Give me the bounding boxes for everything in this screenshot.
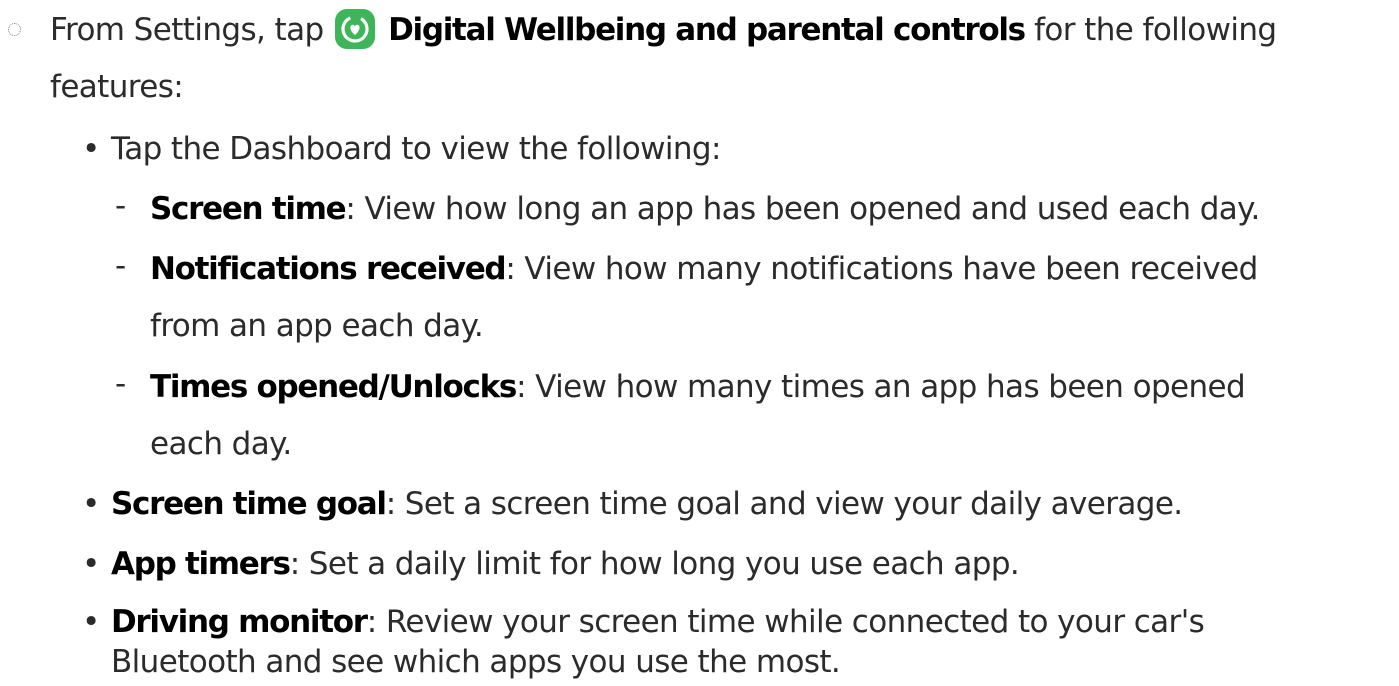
- term: Notifications received: [150, 251, 507, 287]
- bullet-marker: •: [82, 131, 100, 167]
- term: App timers: [111, 546, 291, 582]
- step-marker-icon: [8, 23, 21, 36]
- description-continued: from an app each day.: [150, 308, 484, 344]
- app-name: Digital Wellbeing and parental controls: [388, 12, 1026, 48]
- dashboard-item-times-opened: Times opened/Unlocks: View how many time…: [150, 367, 1246, 407]
- dash-marker: -: [115, 366, 126, 402]
- feature-screen-time-goal: Screen time goal: Set a screen time goal…: [111, 484, 1183, 524]
- bullet-marker: •: [82, 604, 100, 640]
- dashboard-text: Tap the Dashboard to view the following:: [111, 131, 721, 167]
- dash-marker: -: [115, 248, 126, 284]
- feature-driving-monitor: Driving monitor: Review your screen time…: [111, 602, 1205, 642]
- dash-marker: -: [115, 188, 126, 224]
- bullet-marker: •: [82, 546, 100, 582]
- term: Times opened/Unlocks: [150, 369, 517, 405]
- intro-line: From Settings, tap Digital Wellbeing and…: [50, 8, 1277, 52]
- description-continued: each day.: [150, 426, 292, 462]
- description: : View how long an app has been opened a…: [345, 191, 1260, 227]
- description-continued: Bluetooth and see which apps you use the…: [111, 644, 841, 680]
- intro-prefix: From Settings, tap: [50, 12, 324, 48]
- description: : Set a daily limit for how long you use…: [289, 546, 1020, 582]
- digital-wellbeing-icon: [334, 8, 375, 49]
- description: : View how many notifications have been …: [505, 251, 1258, 287]
- intro-suffix: for the following: [1034, 12, 1277, 48]
- description: : Review your screen time while connecte…: [366, 604, 1205, 640]
- term: Screen time: [150, 191, 347, 227]
- bullet-marker: •: [82, 486, 100, 522]
- dashboard-item-notifications: Notifications received: View how many no…: [150, 249, 1258, 289]
- feature-app-timers: App timers: Set a daily limit for how lo…: [111, 544, 1020, 584]
- term: Driving monitor: [111, 604, 368, 640]
- description: : Set a screen time goal and view your d…: [385, 486, 1183, 522]
- term: Screen time goal: [111, 486, 387, 522]
- description: : View how many times an app has been op…: [516, 369, 1246, 405]
- intro-line-2: features:: [50, 69, 184, 105]
- dashboard-item-screen-time: Screen time: View how long an app has be…: [150, 189, 1260, 229]
